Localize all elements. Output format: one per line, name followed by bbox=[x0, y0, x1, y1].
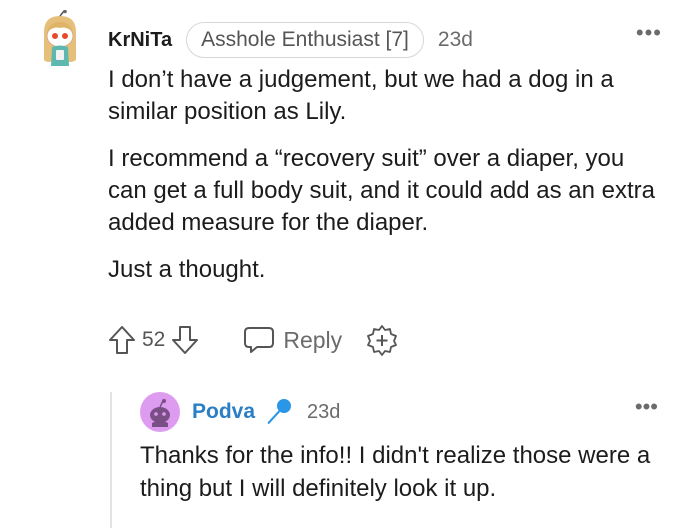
reply-header: Podva 23d bbox=[140, 390, 680, 434]
comment-paragraph: Just a thought. bbox=[108, 256, 266, 283]
comment-paragraph: I recommend a “recovery suit” over a dia… bbox=[108, 145, 656, 236]
reply-paragraph: Thanks for the info!! I didn't realize t… bbox=[140, 442, 651, 502]
username[interactable]: KrNiTa bbox=[108, 29, 172, 52]
reply-body: Thanks for the info!! I didn't realize t… bbox=[140, 439, 660, 505]
comment-header: KrNiTa Asshole Enthusiast [7] 23d bbox=[108, 22, 473, 58]
comment: KrNiTa Asshole Enthusiast [7] 23d ••• I … bbox=[0, 0, 700, 528]
comment-actions: 52 Reply bbox=[108, 322, 398, 358]
more-options-icon[interactable]: ••• bbox=[636, 22, 662, 44]
reply-button[interactable]: Reply bbox=[243, 325, 342, 355]
more-options-icon[interactable]: ••• bbox=[635, 396, 658, 418]
reply-icon bbox=[244, 327, 275, 353]
avatar[interactable] bbox=[140, 392, 180, 432]
comment-paragraph: I don’t have a judgement, but we had a d… bbox=[108, 66, 614, 125]
snoo-avatar-icon bbox=[44, 9, 76, 66]
upvote-icon[interactable] bbox=[108, 325, 136, 355]
comment-body: I don’t have a judgement, but we had a d… bbox=[108, 64, 668, 301]
microphone-icon bbox=[263, 397, 293, 427]
timestamp[interactable]: 23d bbox=[438, 28, 473, 52]
vote-count: 52 bbox=[142, 328, 166, 351]
avatar[interactable] bbox=[36, 9, 84, 70]
thread-line[interactable] bbox=[110, 392, 112, 528]
username[interactable]: Podva bbox=[192, 400, 255, 424]
user-flair: Asshole Enthusiast [7] bbox=[186, 22, 424, 58]
reply-label: Reply bbox=[283, 326, 343, 353]
reply-comment: Podva 23d ••• Thanks for the info!! I di… bbox=[140, 390, 680, 505]
downvote-icon[interactable] bbox=[171, 325, 199, 355]
award-icon[interactable] bbox=[366, 324, 398, 356]
timestamp[interactable]: 23d bbox=[307, 401, 340, 424]
snoo-avatar-icon bbox=[150, 399, 170, 427]
